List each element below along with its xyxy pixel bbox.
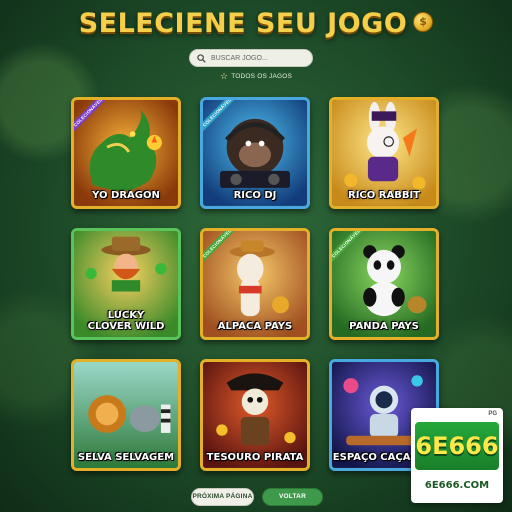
game-title: RICO RABBIT: [348, 190, 420, 201]
game-title-line2: CLOVER WILD: [87, 321, 165, 332]
game-card-lucky-clover-wild[interactable]: LUCKY CLOVER WILD: [71, 228, 181, 340]
filter-all-games[interactable]: ☆ TODOS OS JAGOS: [0, 70, 512, 81]
search-input[interactable]: [211, 54, 306, 62]
game-title: SELVA SELVAGEM: [77, 452, 175, 463]
game-card-rico-dj[interactable]: COLECIONÁVEL RICO DJ: [200, 97, 310, 209]
game-title-line1: LUCKY: [107, 310, 145, 321]
search-icon: [197, 53, 206, 63]
game-card-rico-rabbit[interactable]: RICO RABBIT: [329, 97, 439, 209]
game-card-tesouro-pirata[interactable]: TESOURO PIRATA: [200, 359, 310, 471]
game-title: YO DRAGON: [92, 190, 160, 201]
game-card-yo-dragon[interactable]: COLECIONÁVEL YO DRAGON: [71, 97, 181, 209]
back-button[interactable]: VOLTAR: [262, 488, 323, 506]
next-page-button[interactable]: PRÓXIMA PÁGINA: [191, 488, 254, 506]
coin-icon: $: [413, 11, 434, 32]
filter-label: TODOS OS JAGOS: [231, 73, 293, 80]
game-title: TESOURO PIRATA: [206, 452, 304, 463]
game-title: RICO DJ: [233, 190, 277, 201]
page-title-text: SELECIENE SEU JOGO: [78, 8, 408, 39]
star-icon: ☆: [219, 71, 229, 81]
game-card-panda-pays[interactable]: COLECIONÁVEL PANDA PAYS: [329, 228, 439, 340]
brand-logo: 6E666: [415, 422, 499, 470]
page-title: SELECIENE SEU JOGO $: [0, 8, 512, 39]
game-card-alpaca-pays[interactable]: COLECIONÁVEL ALPACA PAYS: [200, 228, 310, 340]
game-card-selva-selvagem[interactable]: SELVA SELVAGEM: [71, 359, 181, 471]
game-title: LUCKY CLOVER WILD: [74, 310, 178, 332]
brand-badge[interactable]: PG 6E666 6E666.COM: [411, 408, 503, 503]
search-bar[interactable]: [189, 49, 313, 67]
game-title: ALPACA PAYS: [217, 321, 293, 332]
brand-url: 6E666.COM: [424, 480, 490, 491]
pg-badge: PG: [488, 411, 497, 417]
game-title: PANDA PAYS: [349, 321, 419, 332]
